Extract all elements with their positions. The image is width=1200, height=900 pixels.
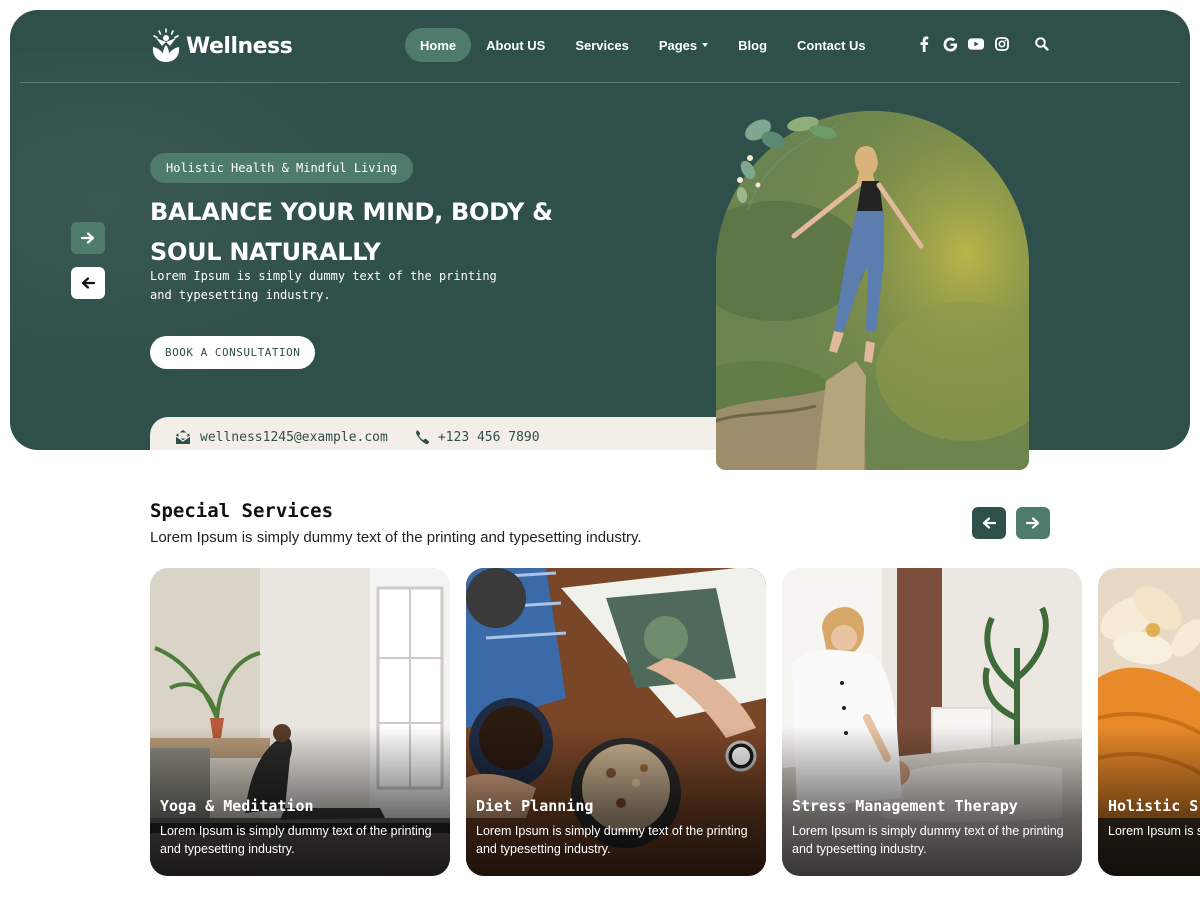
instagram-icon[interactable]	[994, 36, 1010, 52]
contact-email[interactable]: wellness1245@example.com	[174, 428, 388, 446]
service-card-description: Lorem Ipsum is simply dummy text of the …	[160, 824, 432, 856]
nav-item-contact[interactable]: Contact Us	[782, 28, 881, 62]
nav-item-about[interactable]: About US	[471, 28, 560, 62]
hero-description: Lorem Ipsum is simply dummy text of the …	[150, 269, 497, 302]
brand-logo[interactable]: Wellness	[150, 28, 293, 64]
nav-item-services[interactable]: Services	[560, 28, 644, 62]
service-card-title: Stress Management Therapy	[792, 797, 1018, 815]
email-text: wellness1245@example.com	[200, 429, 388, 445]
contact-bar: wellness1245@example.com +123 456 7890	[150, 417, 750, 450]
arrow-left-icon	[81, 277, 95, 289]
hero-prev-button[interactable]	[71, 267, 105, 299]
contact-phone[interactable]: +123 456 7890	[414, 429, 540, 445]
chevron-down-icon	[702, 43, 709, 47]
nav-divider	[20, 82, 1180, 83]
nav-label: Blog	[738, 37, 768, 53]
services-next-button[interactable]	[1016, 507, 1050, 539]
nav-label: Contact Us	[797, 37, 866, 53]
service-card-diet[interactable]: Diet Planning Lorem Ipsum is simply dumm…	[466, 568, 766, 876]
nav-label: About US	[486, 37, 546, 53]
service-card-title: Diet Planning	[476, 797, 594, 815]
hero-tagline: Holistic Health & Mindful Living	[150, 153, 414, 183]
nav-label: Home	[420, 37, 457, 53]
facebook-icon[interactable]	[916, 36, 932, 52]
service-card-title: Yoga & Meditation	[160, 797, 314, 815]
services-carousel: Yoga & Meditation Lorem Ipsum is simply …	[150, 568, 1200, 878]
arrow-left-icon	[982, 517, 996, 529]
brand-name: Wellness	[186, 33, 293, 59]
arrow-right-icon	[81, 232, 95, 244]
service-card-stress[interactable]: Stress Management Therapy Lorem Ipsum is…	[782, 568, 1082, 876]
service-card-description: Lorem Ipsum is simply dummy text of the …	[792, 824, 1064, 856]
service-card-title: Holistic S	[1108, 797, 1199, 815]
nav-item-pages[interactable]: Pages	[644, 28, 723, 62]
hero-next-button[interactable]	[71, 222, 105, 254]
services-subtitle: Lorem Ipsum is simply dummy text of the …	[150, 529, 642, 546]
envelope-icon	[175, 430, 191, 444]
social-links	[916, 36, 1010, 52]
google-icon[interactable]	[942, 36, 958, 52]
youtube-icon[interactable]	[968, 36, 984, 52]
phone-text: +123 456 7890	[437, 429, 540, 445]
services-prev-button[interactable]	[972, 507, 1006, 539]
search-icon[interactable]	[1034, 36, 1050, 52]
service-card-holistic[interactable]: Holistic S Lorem Ipsum is s and typesett…	[1098, 568, 1200, 876]
lotus-logo-icon	[152, 28, 180, 62]
service-card-yoga[interactable]: Yoga & Meditation Lorem Ipsum is simply …	[150, 568, 450, 876]
service-card-description: Lorem Ipsum is s and typesetting	[1108, 824, 1200, 838]
nav-label: Services	[575, 37, 629, 53]
hero-title: BALANCE YOUR MIND, BODY & SOUL NATURALLY	[150, 198, 553, 266]
arrow-right-icon	[1026, 517, 1040, 529]
service-card-description: Lorem Ipsum is simply dummy text of the …	[476, 824, 748, 856]
services-title: Special Services	[150, 500, 334, 522]
phone-icon	[415, 429, 429, 445]
book-consultation-button[interactable]: BOOK A CONSULTATION	[150, 336, 316, 369]
nav-label: Pages	[658, 37, 698, 53]
nav-item-blog[interactable]: Blog	[723, 28, 782, 62]
main-nav: Home About US Services Pages Blog Contac…	[405, 28, 881, 62]
nav-item-home[interactable]: Home	[405, 28, 472, 62]
eucalyptus-leaves-decoration	[736, 116, 839, 211]
